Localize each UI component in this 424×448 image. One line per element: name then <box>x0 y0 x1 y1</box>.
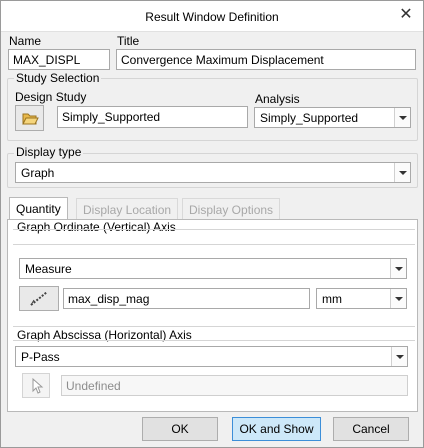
abscissa-selection-field[interactable]: Undefined <box>61 375 408 396</box>
abscissa-dropdown[interactable]: P-Pass <box>15 346 408 367</box>
chevron-down-icon[interactable] <box>394 163 410 182</box>
chevron-down-icon[interactable] <box>390 289 406 308</box>
study-selection-title: Study Selection <box>14 71 102 85</box>
ok-and-show-button[interactable]: OK and Show <box>232 417 321 441</box>
display-type-value: Graph <box>21 166 55 180</box>
analysis-dropdown[interactable]: Simply_Supported <box>254 107 411 128</box>
units-dropdown[interactable]: mm <box>316 288 407 309</box>
analysis-label: Analysis <box>255 92 300 106</box>
display-type-dropdown[interactable]: Graph <box>15 162 411 183</box>
abscissa-divider <box>13 340 415 341</box>
ordinate-measure-value: Measure <box>25 262 72 276</box>
design-study-field[interactable]: Simply_Supported <box>57 106 248 128</box>
result-window-dialog: Result Window Definition ✕ Name MAX_DISP… <box>0 0 424 448</box>
abscissa-value: P-Pass <box>21 350 60 364</box>
folder-open-icon[interactable] <box>15 105 44 131</box>
close-icon[interactable]: ✕ <box>397 6 415 24</box>
chevron-down-icon[interactable] <box>394 108 410 127</box>
ordinate-group-title: Graph Ordinate (Vertical) Axis <box>15 220 178 234</box>
ordinate-divider <box>13 229 415 230</box>
units-value: mm <box>322 292 342 306</box>
name-field[interactable]: MAX_DISPL <box>8 49 110 70</box>
abscissa-divider-top <box>13 326 415 327</box>
ok-button[interactable]: OK <box>142 417 218 441</box>
ordinate-quantity-field[interactable]: max_disp_mag <box>63 288 310 309</box>
title-label: Title <box>117 34 140 48</box>
title-field[interactable]: Convergence Maximum Displacement <box>116 49 416 70</box>
cursor-select-icon[interactable] <box>22 373 50 398</box>
chevron-down-icon[interactable] <box>390 259 406 278</box>
ordinate-measure-dropdown[interactable]: Measure <box>19 258 407 279</box>
tab-quantity[interactable]: Quantity <box>9 197 68 220</box>
title-bar: Result Window Definition ✕ <box>1 1 423 32</box>
measure-picker-icon[interactable] <box>19 286 59 311</box>
window-title: Result Window Definition <box>145 10 279 24</box>
chevron-down-icon[interactable] <box>391 347 407 366</box>
analysis-value: Simply_Supported <box>260 111 359 125</box>
tab-display-options[interactable]: Display Options <box>182 198 281 219</box>
ordinate-divider-bottom <box>13 244 415 245</box>
design-study-label: Design Study <box>15 90 87 104</box>
name-label: Name <box>9 34 42 48</box>
display-type-title: Display type <box>14 145 84 159</box>
cancel-button[interactable]: Cancel <box>333 417 409 441</box>
tab-display-location[interactable]: Display Location <box>76 198 179 219</box>
